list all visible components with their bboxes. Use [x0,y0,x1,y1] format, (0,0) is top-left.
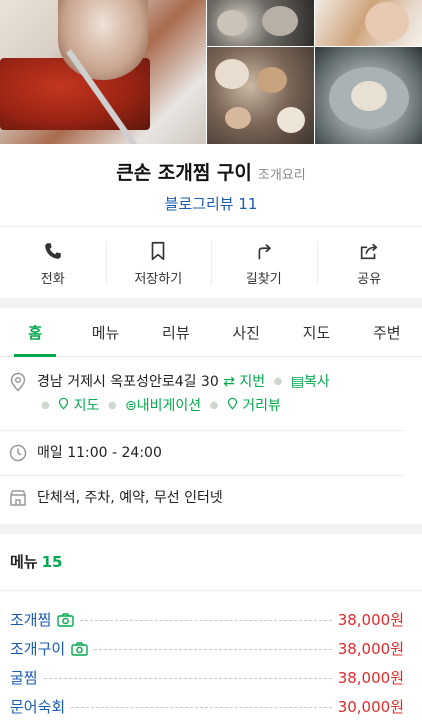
blog-review-link[interactable]: 블로그리뷰 11 [0,193,422,214]
menu-list: 조개찜 38,000원 조개구이 38,000원 굴찜 38,000원 문어숙회… [0,591,422,721]
street-view-link[interactable]: 거리뷰 [227,397,281,414]
section-divider [0,298,422,308]
photo-detail [58,0,148,80]
directions-button[interactable]: 길찾기 [211,227,317,299]
tab-home[interactable]: 홈 [0,308,70,357]
save-button[interactable]: 저장하기 [105,227,212,299]
tab-nearby[interactable]: 주변 [352,308,422,356]
menu-item[interactable]: 굴찜 38,000원 [0,663,422,692]
tab-map[interactable]: 지도 [281,308,351,356]
car-icon: ⊜ [125,398,137,414]
leader-line [71,706,332,708]
separator-dot: ● [107,400,117,411]
separator-dot: ● [273,376,283,387]
menu-item-price: 38,000원 [337,611,404,629]
menu-count: 15 [41,553,63,571]
menu-item-name: 굴찜 [10,669,38,687]
menu-item-price: 30,000원 [337,698,404,716]
map-link[interactable]: 지도 [58,397,104,414]
tab-photo[interactable]: 사진 [211,308,281,356]
facilities-text: 단체석, 주차, 예약, 무선 인터넷 [37,490,223,506]
phone-icon [44,242,61,259]
share-label: 공유 [357,271,382,287]
menu-item-price: 38,000원 [337,669,404,687]
menu-title: 메뉴 [10,553,38,571]
menu-item-name: 조개구이 [10,640,66,658]
menu-item-name: 조개찜 [10,611,52,629]
tab-bar: 홈 메뉴 리뷰 사진 지도 주변 [0,308,422,357]
tab-menu[interactable]: 메뉴 [70,308,140,356]
tab-review[interactable]: 리뷰 [141,308,211,356]
facilities-row: 단체석, 주차, 예약, 무선 인터넷 [0,476,422,520]
hours-row[interactable]: 매일 11:00 - 24:00 [0,431,404,476]
map-pin-icon [59,397,69,410]
store-icon [10,490,26,506]
jibun-link[interactable]: ⇄ 지번 [223,374,269,390]
section-divider [0,524,422,534]
photo-thumb[interactable] [207,0,314,46]
hours-text: 매일 11:00 - 24:00 [37,445,162,461]
photo-thumb[interactable] [207,47,314,144]
menu-header: 메뉴 15 [0,534,422,591]
address-text: 경남 거제시 옥포성안로4길 30 [37,374,219,390]
call-button[interactable]: 전화 [0,227,106,299]
share-icon [361,243,378,259]
share-button[interactable]: 공유 [316,227,422,299]
directions-label: 길찾기 [245,271,282,287]
menu-item[interactable]: 문어숙회 30,000원 [0,692,422,721]
swap-icon: ⇄ [223,374,235,390]
navigation-link[interactable]: ⊜내비게이션 [125,398,206,414]
clock-icon [9,444,27,462]
photo-thumb[interactable] [315,0,422,46]
camera-icon[interactable] [57,612,75,627]
separator-dot: ● [41,400,50,411]
info-section: 경남 거제시 옥포성안로4길 30 ⇄ 지번 ● ▤복사 ● 지도 ● ⊜내비게… [0,358,422,520]
place-title: 큰손 조개찜 구이 [116,162,252,184]
leader-line [80,619,332,621]
photo-collage[interactable] [0,0,422,144]
menu-item[interactable]: 조개구이 38,000원 [0,634,422,663]
copy-link[interactable]: ▤복사 [291,374,330,390]
address-row: 경남 거제시 옥포성안로4길 30 ⇄ 지번 ● ▤복사 ● 지도 ● ⊜내비게… [0,358,404,431]
action-bar: 전화 저장하기 길찾기 공유 [0,226,422,299]
menu-item-name: 문어숙회 [10,698,66,716]
copy-icon: ▤ [290,374,305,390]
menu-item-price: 38,000원 [337,640,404,658]
menu-item[interactable]: 조개찜 38,000원 [0,605,422,634]
place-header: 큰손 조개찜 구이 조개요리 블로그리뷰 11 [0,144,422,214]
leader-line [94,648,332,650]
save-label: 저장하기 [134,271,183,287]
call-label: 전화 [40,271,65,287]
menu-section: 메뉴 15 조개찜 38,000원 조개구이 38,000원 굴찜 38,000… [0,534,422,721]
place-category: 조개요리 [257,168,306,183]
bookmark-icon [151,241,165,260]
photo-main[interactable] [0,0,206,144]
street-view-icon [227,397,237,410]
leader-line [43,677,332,679]
directions-icon [258,243,271,259]
location-pin-icon [10,372,26,392]
camera-icon[interactable] [71,641,88,656]
photo-thumb[interactable] [315,47,422,144]
separator-dot: ● [209,400,219,411]
